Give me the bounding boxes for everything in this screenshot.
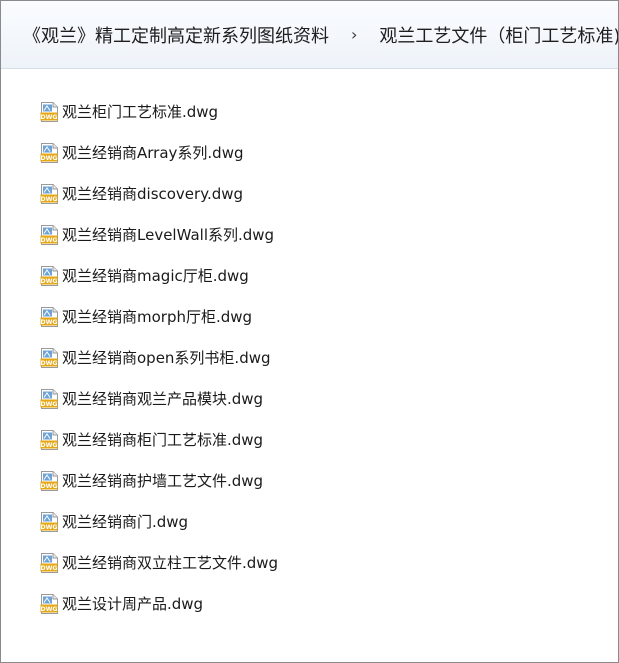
file-item[interactable]: DWG 观兰设计周产品.dwg xyxy=(40,583,278,624)
svg-text:DWG: DWG xyxy=(40,565,57,572)
file-item[interactable]: DWG 观兰经销商观兰产品模块.dwg xyxy=(40,378,278,419)
file-name: 观兰经销商magic厅柜.dwg xyxy=(62,267,249,285)
svg-text:DWG: DWG xyxy=(40,401,57,408)
file-name: 观兰经销商护墙工艺文件.dwg xyxy=(62,472,264,490)
file-item[interactable]: DWG 观兰经销商双立柱工艺文件.dwg xyxy=(40,542,278,583)
breadcrumb-chevron-icon: › xyxy=(351,25,358,44)
svg-text:DWG: DWG xyxy=(40,442,57,449)
file-list: DWG 观兰柜门工艺标准.dwg DWG 观兰经销商Array系列.dwg DW… xyxy=(40,91,278,624)
file-item[interactable]: DWG 观兰经销商Array系列.dwg xyxy=(40,132,278,173)
file-item[interactable]: DWG 观兰经销商护墙工艺文件.dwg xyxy=(40,460,278,501)
svg-text:DWG: DWG xyxy=(40,196,57,203)
file-name: 观兰经销商LevelWall系列.dwg xyxy=(62,226,275,244)
dwg-file-icon: DWG xyxy=(40,511,58,532)
file-name: 观兰经销商观兰产品模块.dwg xyxy=(62,390,264,408)
file-item[interactable]: DWG 观兰经销商柜门工艺标准.dwg xyxy=(40,419,278,460)
file-item[interactable]: DWG 观兰经销商LevelWall系列.dwg xyxy=(40,214,278,255)
svg-text:DWG: DWG xyxy=(40,606,57,613)
file-name: 观兰经销商morph厅柜.dwg xyxy=(62,308,253,326)
dwg-file-icon: DWG xyxy=(40,552,58,573)
breadcrumb-parent-folder[interactable]: 《观兰》精工定制高定新系列图纸资料 xyxy=(23,22,329,48)
file-name: 观兰经销商柜门工艺标准.dwg xyxy=(62,431,264,449)
dwg-file-icon: DWG xyxy=(40,388,58,409)
svg-text:DWG: DWG xyxy=(40,360,57,367)
dwg-file-icon: DWG xyxy=(40,142,58,163)
file-name: 观兰经销商discovery.dwg xyxy=(62,185,244,203)
dwg-file-icon: DWG xyxy=(40,224,58,245)
svg-text:DWG: DWG xyxy=(40,155,57,162)
file-name: 观兰经销商双立柱工艺文件.dwg xyxy=(62,554,279,572)
breadcrumb: 《观兰》精工定制高定新系列图纸资料 › 观兰工艺文件（柜门工艺标准) xyxy=(1,1,618,69)
svg-text:DWG: DWG xyxy=(40,524,57,531)
dwg-file-icon: DWG xyxy=(40,470,58,491)
svg-text:DWG: DWG xyxy=(40,278,57,285)
explorer-window: 《观兰》精工定制高定新系列图纸资料 › 观兰工艺文件（柜门工艺标准) DWG 观… xyxy=(0,0,619,663)
file-name: 观兰经销商open系列书柜.dwg xyxy=(62,349,271,367)
file-item[interactable]: DWG 观兰经销商discovery.dwg xyxy=(40,173,278,214)
svg-text:DWG: DWG xyxy=(40,483,57,490)
dwg-file-icon: DWG xyxy=(40,429,58,450)
dwg-file-icon: DWG xyxy=(40,101,58,122)
breadcrumb-current-folder[interactable]: 观兰工艺文件（柜门工艺标准) xyxy=(379,22,618,48)
dwg-file-icon: DWG xyxy=(40,183,58,204)
file-name: 观兰经销商Array系列.dwg xyxy=(62,144,244,162)
file-item[interactable]: DWG 观兰经销商morph厅柜.dwg xyxy=(40,296,278,337)
file-name: 观兰设计周产品.dwg xyxy=(62,595,204,613)
svg-text:DWG: DWG xyxy=(40,319,57,326)
dwg-file-icon: DWG xyxy=(40,593,58,614)
file-name: 观兰柜门工艺标准.dwg xyxy=(62,103,219,121)
svg-text:DWG: DWG xyxy=(40,114,57,121)
dwg-file-icon: DWG xyxy=(40,347,58,368)
file-item[interactable]: DWG 观兰经销商门.dwg xyxy=(40,501,278,542)
file-item[interactable]: DWG 观兰经销商open系列书柜.dwg xyxy=(40,337,278,378)
dwg-file-icon: DWG xyxy=(40,265,58,286)
svg-text:DWG: DWG xyxy=(40,237,57,244)
file-item[interactable]: DWG 观兰柜门工艺标准.dwg xyxy=(40,91,278,132)
file-item[interactable]: DWG 观兰经销商magic厅柜.dwg xyxy=(40,255,278,296)
dwg-file-icon: DWG xyxy=(40,306,58,327)
file-name: 观兰经销商门.dwg xyxy=(62,513,189,531)
